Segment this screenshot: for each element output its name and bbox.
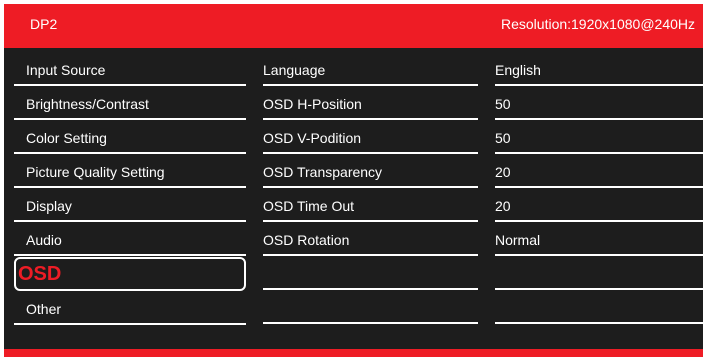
main-menu: Input Source Brightness/Contrast Color S… — [14, 52, 246, 325]
setting-osd-time-out[interactable]: OSD Time Out — [263, 188, 478, 222]
osd-settings-values: English 50 50 20 20 Normal — [495, 52, 707, 324]
value-empty-slot — [495, 290, 707, 324]
osd-window: DP2 Resolution:1920x1080@240Hz Input Sou… — [0, 0, 707, 361]
setting-label: OSD Rotation — [263, 232, 350, 248]
row-divider — [495, 322, 707, 324]
menu-item-label: OSD — [18, 263, 62, 285]
setting-osd-v-position[interactable]: OSD V-Podition — [263, 120, 478, 154]
setting-empty-slot — [263, 290, 478, 324]
value-osd-time-out[interactable]: 20 — [495, 188, 707, 222]
menu-item-label: Audio — [26, 232, 62, 248]
value-osd-transparency[interactable]: 20 — [495, 154, 707, 188]
setting-label: OSD V-Podition — [263, 130, 362, 146]
setting-osd-rotation[interactable]: OSD Rotation — [263, 222, 478, 256]
setting-osd-transparency[interactable]: OSD Transparency — [263, 154, 478, 188]
setting-osd-h-position[interactable]: OSD H-Position — [263, 86, 478, 120]
setting-value: 20 — [495, 164, 511, 180]
menu-item-label: Input Source — [26, 62, 106, 78]
setting-value: 20 — [495, 198, 511, 214]
menu-item-other[interactable]: Other — [14, 291, 246, 325]
setting-value: English — [495, 62, 541, 78]
menu-item-picture-quality-setting[interactable]: Picture Quality Setting — [14, 154, 246, 188]
menu-item-input-source[interactable]: Input Source — [14, 52, 246, 86]
value-language[interactable]: English — [495, 52, 707, 86]
menu-item-label: Display — [26, 198, 72, 214]
resolution-indicator: Resolution:1920x1080@240Hz — [500, 16, 695, 32]
menu-item-audio[interactable]: Audio — [14, 222, 246, 256]
row-divider — [263, 322, 478, 324]
value-osd-v-position[interactable]: 50 — [495, 120, 707, 154]
setting-value: Normal — [495, 232, 541, 248]
setting-label: Language — [263, 62, 326, 78]
menu-item-label: Picture Quality Setting — [26, 164, 165, 180]
value-osd-h-position[interactable]: 50 — [495, 86, 707, 120]
value-empty-slot — [495, 256, 707, 290]
row-divider — [14, 254, 246, 256]
menu-item-osd[interactable]: OSD — [14, 257, 246, 291]
setting-label: OSD Transparency — [263, 164, 383, 180]
setting-label: OSD H-Position — [263, 96, 362, 112]
menu-item-color-setting[interactable]: Color Setting — [14, 120, 246, 154]
setting-empty-slot — [263, 256, 478, 290]
menu-item-label: Brightness/Contrast — [26, 96, 149, 112]
osd-header: DP2 Resolution:1920x1080@240Hz — [4, 4, 703, 48]
setting-label: OSD Time Out — [263, 198, 355, 214]
setting-value: 50 — [495, 130, 511, 146]
setting-value: 50 — [495, 96, 511, 112]
osd-settings-labels: Language OSD H-Position OSD V-Podition O… — [263, 52, 478, 324]
menu-item-display[interactable]: Display — [14, 188, 246, 222]
setting-language[interactable]: Language — [263, 52, 478, 86]
menu-item-brightness-contrast[interactable]: Brightness/Contrast — [14, 86, 246, 120]
input-source-indicator: DP2 — [30, 16, 58, 32]
row-divider — [14, 323, 246, 325]
menu-item-label: Color Setting — [26, 130, 107, 146]
osd-footer-bar — [4, 349, 703, 357]
value-osd-rotation[interactable]: Normal — [495, 222, 707, 256]
menu-item-label: Other — [26, 301, 62, 317]
